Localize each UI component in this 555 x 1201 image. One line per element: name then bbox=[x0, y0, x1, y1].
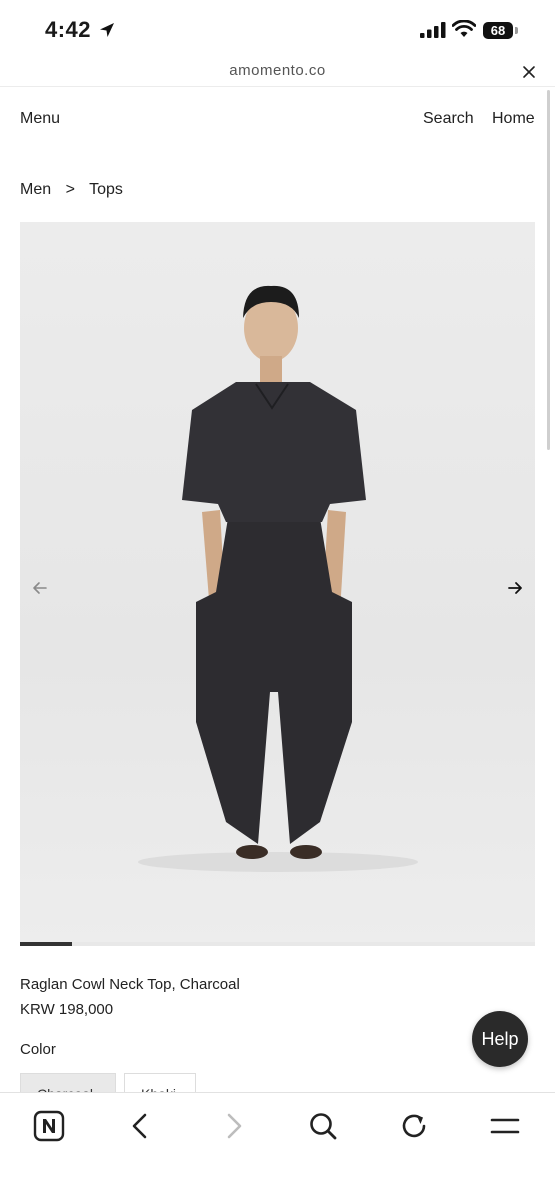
color-label: Color bbox=[20, 1041, 56, 1058]
wifi-icon bbox=[452, 20, 476, 37]
gallery-progress-fill bbox=[20, 942, 72, 946]
breadcrumb-separator: > bbox=[65, 181, 75, 198]
model-photo bbox=[138, 285, 418, 872]
naver-n-icon[interactable] bbox=[32, 1109, 66, 1143]
reload-icon[interactable] bbox=[398, 1109, 432, 1143]
home-link[interactable]: Home bbox=[492, 110, 535, 128]
arrow-left-icon[interactable] bbox=[30, 578, 50, 598]
battery-indicator: 68 bbox=[483, 22, 513, 39]
search-link[interactable]: Search bbox=[423, 110, 474, 128]
close-icon[interactable] bbox=[521, 64, 537, 80]
product-price: KRW 198,000 bbox=[20, 1001, 114, 1018]
browser-url-bar[interactable]: amomento.co bbox=[0, 58, 555, 87]
url-text[interactable]: amomento.co bbox=[0, 62, 555, 79]
forward-icon[interactable] bbox=[216, 1109, 250, 1143]
product-image[interactable] bbox=[20, 222, 535, 944]
breadcrumb: Men > Tops bbox=[20, 181, 133, 199]
breadcrumb-men[interactable]: Men bbox=[20, 181, 51, 198]
product-name: Raglan Cowl Neck Top, Charcoal bbox=[20, 976, 240, 993]
help-button[interactable]: Help bbox=[472, 1011, 528, 1067]
menu-link[interactable]: Menu bbox=[20, 110, 60, 128]
status-time: 4:42 bbox=[45, 17, 92, 42]
gallery-progress-track bbox=[20, 942, 535, 946]
battery-tip bbox=[515, 27, 518, 34]
breadcrumb-tops[interactable]: Tops bbox=[89, 181, 123, 198]
scrollbar[interactable] bbox=[547, 90, 550, 450]
search-icon[interactable] bbox=[306, 1109, 340, 1143]
browser-toolbar bbox=[0, 1092, 555, 1201]
signal-icon bbox=[420, 22, 446, 38]
arrow-right-icon[interactable] bbox=[505, 578, 525, 598]
location-arrow-icon bbox=[100, 23, 114, 37]
menu-icon[interactable] bbox=[488, 1109, 522, 1143]
status-bar: 4:42 68 bbox=[0, 0, 555, 58]
back-icon[interactable] bbox=[124, 1109, 158, 1143]
